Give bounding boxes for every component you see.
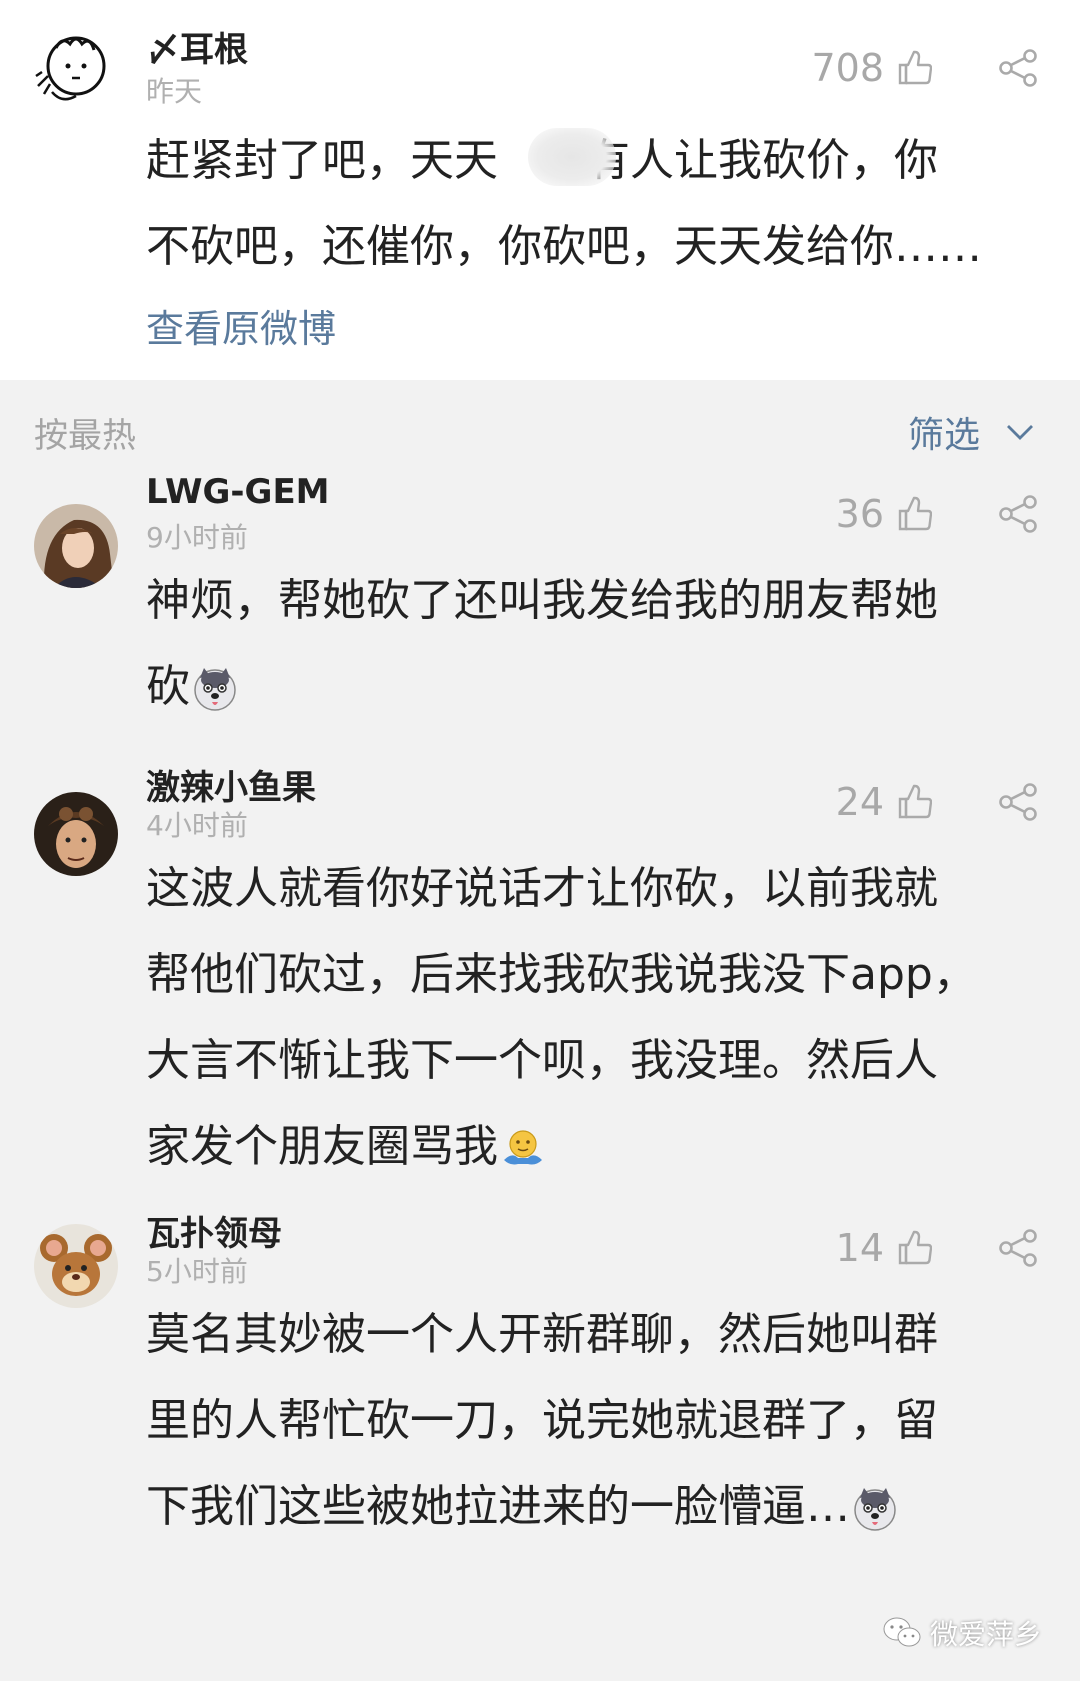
comment-like-count: 24 [835,780,884,824]
sort-bar: 按最热 筛选 [0,380,1080,480]
comment-text-line: 下我们这些被她拉进来的一脸懵逼… [146,1481,850,1532]
comment-text-line: 帮他们砍过，后来找我砍我说我没下app， [146,949,977,1000]
view-original-link[interactable]: 查看原微博 [146,298,336,353]
comment-text: 神烦，帮她砍了还叫我发给我的朋友帮她 砍 [146,558,1026,730]
post-avatar[interactable] [32,26,116,110]
thumbs-up-icon [898,50,932,85]
comment-avatar[interactable] [34,504,118,588]
comment-username[interactable]: 激辣小鱼果 [146,760,316,809]
husky-emoji-icon [854,1488,896,1531]
comment-text-line: 大言不惭让我下一个呗，我没理。然后人 [146,1035,938,1086]
comment-text-line: 砍 [146,661,190,712]
man-with-hat-avatar-icon [34,792,118,876]
comment-like-count: 36 [835,492,884,536]
cartoon-doodle-avatar-icon [35,36,106,101]
comment-text: 这波人就看你好说话才让你砍，以前我就 帮他们砍过，后来找我砍我说我没下app， … [146,846,1026,1190]
husky-emoji-icon [194,668,236,711]
thumbs-up-icon [898,784,932,819]
share-icon[interactable] [998,1228,1038,1268]
post-text-line-1b: 有人让我砍价，你 [586,135,938,186]
share-icon[interactable] [998,494,1038,534]
watermark: 微爱萍乡 [882,1613,1042,1653]
post-like-button[interactable]: 708 [811,46,932,90]
filter-label: 筛选 [907,415,980,456]
comment-time: 9小时前 [146,521,248,554]
comment-text-line: 里的人帮忙砍一刀，说完她就退群了，留 [146,1395,938,1446]
redaction-blur [528,128,616,186]
thumbs-up-icon [898,1230,932,1265]
comment-username[interactable]: LWG-GEM [146,472,330,512]
watermark-text: 微爱萍乡 [929,1618,1042,1651]
share-icon[interactable] [998,782,1038,822]
cartoon-mouse-avatar-icon [34,1224,118,1308]
comment-avatar[interactable] [34,792,118,876]
filter-button[interactable]: 筛选 [908,406,1034,458]
post-username[interactable]: 〆耳根 [146,22,248,71]
comment-list: LWG-GEM 9小时前 36 神烦，帮她砍了还叫我发给我的朋友帮她 砍 激辣小… [0,472,1080,1681]
comment-time: 4小时前 [146,809,248,842]
thumbs-up-icon [898,496,932,531]
comment-text-line: 家发个朋友圈骂我 [146,1121,498,1172]
post-time: 昨天 [146,75,203,108]
comment-like-button[interactable]: 24 [836,780,932,824]
comment-username[interactable]: 瓦扑领母 [146,1206,282,1255]
post-text-line-2: 不砍吧，还催你，你砍吧，天天发给你…… [146,221,982,272]
share-icon[interactable] [998,48,1038,88]
chevron-down-icon [1007,425,1033,440]
comment-text: 莫名其妙被一个人开新群聊，然后她叫群 里的人帮忙砍一刀，说完她就退群了，留 下我… [146,1292,1026,1550]
comment-like-button[interactable]: 36 [836,492,932,536]
comment-text-line: 这波人就看你好说话才让你砍，以前我就 [146,863,938,914]
post-like-count: 708 [811,46,884,90]
comment-avatar[interactable] [34,1224,118,1308]
comment-text-line: 神烦，帮她砍了还叫我发给我的朋友帮她 [146,575,938,626]
comment-text-line: 莫名其妙被一个人开新群聊，然后她叫群 [146,1309,938,1360]
comment-time: 5小时前 [146,1255,248,1288]
comment-like-button[interactable]: 14 [836,1226,932,1270]
original-post: 〆耳根 昨天 708 赶紧封了吧，天天 有人让我砍价，你 不砍吧，还催你，你砍吧，… [0,0,1080,380]
post-text-line-1a: 赶紧封了吧，天天 [146,135,498,186]
comment-like-count: 14 [835,1226,884,1270]
wechat-icon [883,1617,921,1647]
sort-hot-label[interactable]: 按最热 [34,408,136,457]
shrug-emoji-icon [504,1130,542,1165]
woman-portrait-avatar-icon [34,504,118,588]
